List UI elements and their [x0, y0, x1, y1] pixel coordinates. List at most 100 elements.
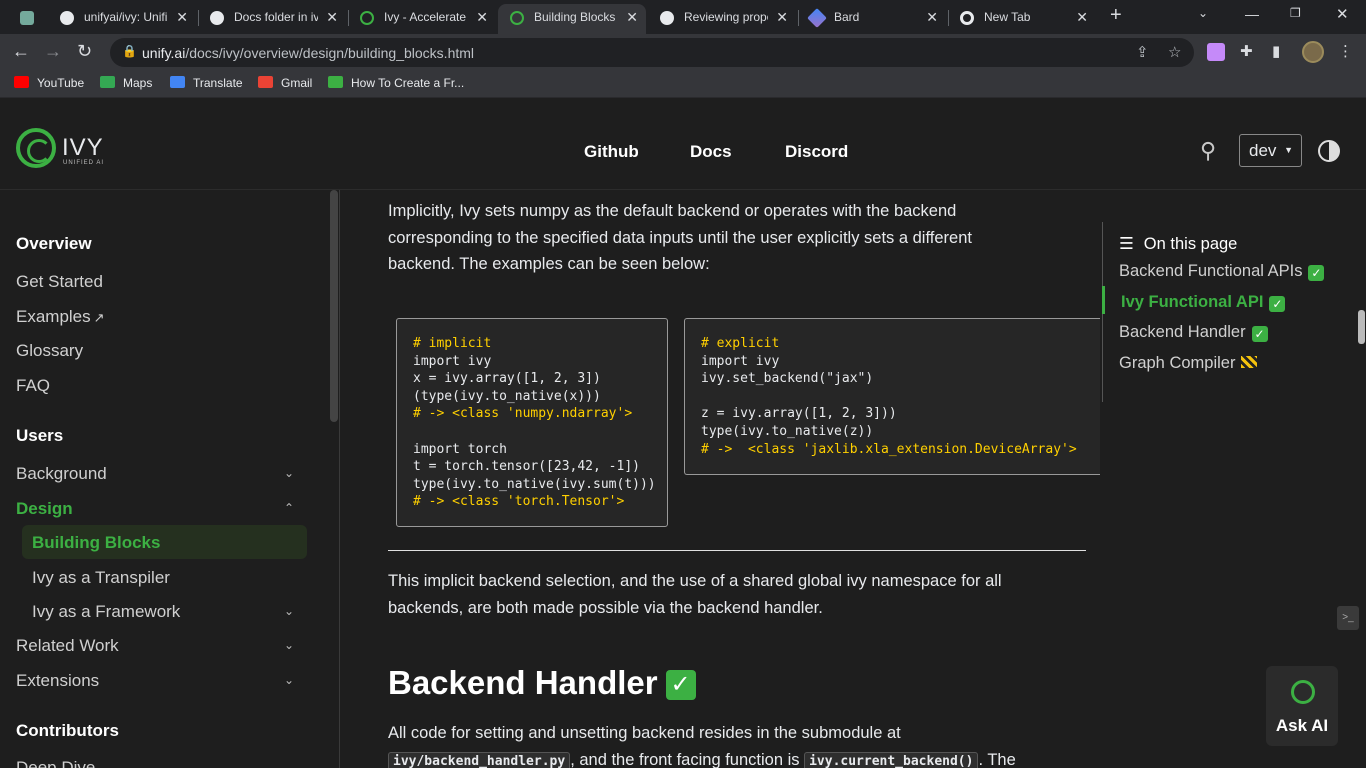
back-icon[interactable]: ←	[12, 41, 30, 62]
close-tab-icon[interactable]: ✕	[776, 4, 788, 30]
chevron-down-icon[interactable]: ⌄	[284, 760, 294, 768]
github-color-icon	[210, 11, 224, 25]
brand-name[interactable]: IVY	[62, 134, 104, 162]
sidebar-section-contributors[interactable]: Contributors	[16, 721, 119, 741]
bookmark-star-icon[interactable]: ☆	[1168, 43, 1181, 61]
version-value: dev	[1249, 141, 1277, 160]
chevron-up-icon[interactable]: ⌃	[284, 501, 294, 515]
construction-icon	[1241, 356, 1258, 368]
sidebar-item-background[interactable]: Background	[16, 464, 107, 484]
sidebar-item-extensions[interactable]: Extensions	[16, 671, 99, 691]
chevron-down-icon[interactable]: ⌄	[284, 466, 294, 480]
toc-item-backend-functional-apis[interactable]: Backend Functional APIs ✓	[1119, 262, 1325, 281]
sidebar-section-overview[interactable]: Overview	[16, 234, 92, 254]
side-panel-icon[interactable]: ▮	[1272, 42, 1280, 60]
toc-title: ☰ On this page	[1119, 235, 1238, 253]
toc-item-graph-compiler[interactable]: Graph Compiler	[1119, 354, 1258, 373]
on-this-page-toc: ☰ On this page Backend Functional APIs ✓ I…	[1102, 222, 1352, 402]
ask-ai-button[interactable]: Ask AI	[1266, 666, 1338, 746]
close-tab-icon[interactable]: ✕	[926, 4, 938, 30]
code-block-implicit[interactable]: # implicit import ivy x = ivy.array([1, …	[396, 318, 668, 527]
sidebar-item-related-work[interactable]: Related Work	[16, 636, 119, 656]
sidebar-item-faq[interactable]: FAQ	[16, 376, 50, 396]
search-icon[interactable]: ⚲	[1200, 138, 1216, 164]
share-icon[interactable]: ⇪	[1136, 43, 1149, 61]
check-mark-icon: ✓	[665, 670, 696, 700]
inline-code-backend-handler: ivy/backend_handler.py	[388, 751, 571, 768]
divider	[388, 550, 1086, 551]
main-content: Implicitly, Ivy sets numpy as the defaul…	[340, 190, 1100, 768]
sidebar-item-examples[interactable]: Examples ↗	[16, 307, 105, 327]
devtools-icon[interactable]: >_	[1337, 606, 1359, 630]
sidebar-item-get-started[interactable]: Get Started	[16, 272, 103, 292]
sidebar-section-users[interactable]: Users	[16, 426, 63, 446]
code-block-explicit[interactable]: # explicit import ivy ivy.set_backend("j…	[684, 318, 1100, 475]
bookmark-youtube[interactable]: YouTube	[14, 76, 84, 90]
ivy-logo-icon	[1291, 680, 1315, 704]
bookmarks-bar: YouTube Maps Translate Gmail How To Crea…	[0, 70, 1366, 98]
toc-item-ivy-functional-api[interactable]: Ivy Functional API ✓	[1121, 293, 1286, 312]
menu-icon[interactable]: ⋮	[1338, 42, 1353, 60]
address-bar[interactable]: 🔒 unify.ai/docs/ivy/overview/design/buil…	[110, 38, 1194, 67]
new-tab-button[interactable]: +	[1110, 4, 1122, 27]
ivy-icon	[510, 11, 524, 25]
close-tab-icon[interactable]: ✕	[326, 4, 338, 30]
bookmark-how-to-create[interactable]: How To Create a Fr...	[328, 76, 464, 90]
tab-chatgpt[interactable]	[10, 4, 42, 34]
minimize-icon[interactable]: —	[1245, 6, 1259, 22]
tab-5[interactable]: Reviewing propo ✕	[648, 4, 796, 34]
reload-icon[interactable]: ↻	[77, 41, 92, 62]
sidebar-scrollbar[interactable]	[330, 190, 338, 422]
close-tab-icon[interactable]: ✕	[1076, 4, 1088, 30]
theme-toggle-icon[interactable]	[1318, 140, 1340, 162]
gmail-icon	[258, 76, 273, 88]
sidebar-item-deep-dive[interactable]: Deep Dive	[16, 758, 95, 768]
tab-7[interactable]: New Tab ✕	[948, 4, 1096, 34]
translate-icon	[170, 76, 185, 88]
tab-search-icon[interactable]: ⌄	[1198, 6, 1208, 20]
page-scrollbar[interactable]	[1358, 310, 1365, 344]
check-mark-icon: ✓	[1269, 296, 1286, 312]
bookmark-translate[interactable]: Translate	[170, 76, 243, 90]
restore-icon[interactable]: ❐	[1290, 6, 1301, 20]
nav-docs[interactable]: Docs	[690, 142, 732, 162]
close-tab-icon[interactable]: ✕	[626, 4, 638, 30]
site-header: IVY UNIFIED AI Github Docs Discord ⚲ dev…	[0, 98, 1366, 190]
close-tab-icon[interactable]: ✕	[176, 4, 188, 30]
chevron-down-icon[interactable]: ⌄	[284, 638, 294, 652]
bookmark-maps[interactable]: Maps	[100, 76, 152, 90]
ivy-logo-icon[interactable]	[16, 128, 56, 168]
tab-2[interactable]: Docs folder in iv ✕	[198, 4, 346, 34]
sidebar-item-design[interactable]: Design	[16, 499, 73, 519]
check-mark-icon: ✓	[1251, 326, 1268, 342]
chevron-down-icon[interactable]: ⌄	[284, 604, 294, 618]
toc-item-backend-handler[interactable]: Backend Handler ✓	[1119, 323, 1268, 342]
caret-down-icon: ▼	[1284, 145, 1293, 155]
external-link-icon: ↗	[93, 310, 105, 325]
maps-icon	[100, 76, 115, 88]
nav-discord[interactable]: Discord	[785, 142, 848, 162]
check-mark-icon: ✓	[1308, 265, 1325, 281]
chevron-down-icon[interactable]: ⌄	[284, 673, 294, 687]
sidebar-item-building-blocks[interactable]: Building Blocks	[32, 533, 160, 553]
close-tab-icon[interactable]: ✕	[476, 4, 488, 30]
bookmark-gmail[interactable]: Gmail	[258, 76, 312, 90]
forward-icon[interactable]: →	[44, 41, 62, 62]
tab-1[interactable]: unifyai/ivy: Unifi ✕	[48, 4, 196, 34]
nav-github[interactable]: Github	[584, 142, 639, 162]
sidebar-item-transpiler[interactable]: Ivy as a Transpiler	[32, 568, 170, 588]
sidebar-item-glossary[interactable]: Glossary	[16, 341, 83, 361]
extensions-puzzle-icon[interactable]: ✚	[1240, 42, 1253, 60]
url-text[interactable]: unify.ai/docs/ivy/overview/design/buildi…	[142, 45, 474, 61]
tab-3[interactable]: Ivy - Accelerate ✕	[348, 4, 496, 34]
sidebar-item-framework[interactable]: Ivy as a Framework	[32, 602, 180, 622]
url-domain: unify.ai	[142, 45, 186, 61]
version-select[interactable]: dev ▼	[1239, 134, 1302, 167]
close-window-icon[interactable]: ✕	[1336, 5, 1349, 23]
tab-active-building-blocks[interactable]: Building Blocks ✕	[498, 4, 646, 34]
extension-icon[interactable]	[1207, 43, 1225, 61]
brand-subtitle: UNIFIED AI	[63, 160, 105, 166]
avatar[interactable]	[1302, 41, 1324, 63]
backend-handler-paragraph: All code for setting and unsetting backe…	[388, 720, 1068, 768]
tab-6[interactable]: Bard ✕	[798, 4, 946, 34]
